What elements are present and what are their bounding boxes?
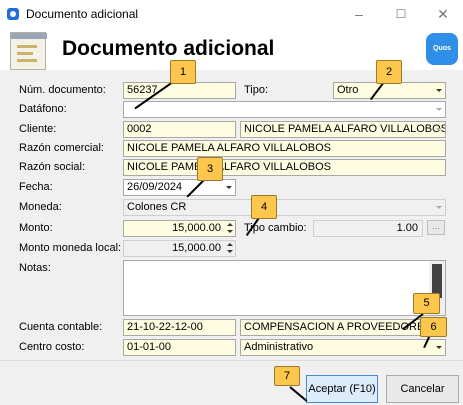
cliente-label: Cliente: — [19, 123, 57, 135]
accept-button[interactable]: Aceptar (F10) — [306, 375, 378, 403]
moneda-label: Moneda: — [19, 201, 62, 213]
chevron-down-icon — [226, 186, 232, 189]
spinner-icon — [225, 242, 234, 255]
razon-comercial-label: Razón comercial: — [19, 142, 104, 154]
cuenta-contable-label: Cuenta contable: — [19, 321, 103, 333]
monto-value: 15,000.00 — [172, 222, 221, 234]
cliente-name-value: NICOLE PAMELA ALFARO VILLALOBOS — [244, 123, 446, 135]
tipo-value: Otro — [337, 84, 359, 96]
centro-costo-label: Centro costo: — [19, 341, 85, 353]
centro-costo-code-field[interactable]: 01-01-00 — [123, 339, 236, 356]
razon-social-field[interactable]: NICOLE PAMELA ALFARO VILLALOBOS — [123, 159, 446, 176]
razon-social-label: Razón social: — [19, 161, 86, 173]
chevron-down-icon — [436, 108, 442, 111]
spinner-icon[interactable] — [225, 222, 234, 235]
window-title: Documento adicional — [26, 7, 139, 21]
tipo-label: Tipo: — [244, 84, 269, 96]
minimize-icon[interactable]: – — [345, 4, 373, 24]
monto-field[interactable]: 15,000.00 — [123, 220, 236, 237]
notas-label: Notas: — [19, 262, 51, 274]
fecha-picker[interactable]: 26/09/2024 — [123, 179, 236, 196]
monto-local-field[interactable]: 15,000.00 — [123, 240, 236, 257]
moneda-value: Colones CR — [127, 201, 187, 213]
monto-label: Monto: — [19, 222, 53, 234]
razon-comercial-field[interactable]: NICOLE PAMELA ALFARO VILLALOBOS — [123, 140, 446, 157]
callout-badge-1: 1 — [170, 60, 196, 84]
chevron-down-icon — [436, 128, 442, 131]
chevron-down-icon — [436, 206, 442, 209]
tipo-cambio-field[interactable]: 1.00 — [313, 220, 423, 237]
callout-badge-2: 2 — [376, 60, 402, 84]
page-title: Documento adicional — [62, 37, 275, 60]
cuenta-contable-code-field[interactable]: 21-10-22-12-00 — [123, 319, 236, 336]
fecha-value: 26/09/2024 — [127, 181, 183, 193]
fecha-label: Fecha: — [19, 181, 53, 193]
callout-badge-6: 6 — [420, 317, 447, 337]
notas-textarea[interactable] — [123, 260, 446, 316]
datafono-select[interactable] — [123, 101, 446, 118]
form-panel: Núm. documento: 56237 Tipo: Otro Datáfon… — [0, 70, 463, 360]
cliente-code-field[interactable]: 0002 — [123, 121, 236, 138]
moneda-select[interactable]: Colones CR — [123, 199, 446, 216]
tipo-cambio-lookup-button[interactable]: ... — [427, 220, 445, 235]
monto-local-value: 15,000.00 — [172, 242, 221, 254]
monto-local-label: Monto moneda local: — [19, 242, 122, 254]
tipo-select[interactable]: Otro — [333, 82, 446, 99]
num-documento-label: Núm. documento: — [19, 84, 106, 96]
document-icon — [10, 32, 47, 70]
dialog-footer: Aceptar (F10) Cancelar (Esc) — [0, 360, 463, 405]
cancel-button[interactable]: Cancelar (Esc) — [386, 375, 459, 403]
centro-costo-name-value: Administrativo — [244, 341, 314, 353]
datafono-label: Datáfono: — [19, 103, 67, 115]
quos-logo: Quos — [426, 33, 458, 65]
chevron-down-icon — [436, 346, 442, 349]
num-documento-field[interactable]: 56237 — [123, 82, 236, 99]
app-icon — [7, 8, 19, 20]
cliente-name-select[interactable]: NICOLE PAMELA ALFARO VILLALOBOS — [240, 121, 446, 138]
callout-badge-5: 5 — [413, 293, 440, 314]
chevron-down-icon — [436, 89, 442, 92]
maximize-icon[interactable]: ☐ — [387, 4, 415, 24]
centro-costo-select[interactable]: Administrativo — [240, 339, 446, 356]
cuenta-contable-name-field[interactable]: COMPENSACION A PROVEEDORES — [240, 319, 446, 336]
close-icon[interactable]: ✕ — [429, 4, 457, 24]
title-bar: Documento adicional – ☐ ✕ — [0, 0, 463, 30]
tipo-cambio-value: 1.00 — [396, 222, 418, 234]
callout-badge-7: 7 — [274, 366, 300, 386]
callout-badge-3: 3 — [197, 157, 223, 181]
callout-badge-4: 4 — [251, 195, 277, 219]
